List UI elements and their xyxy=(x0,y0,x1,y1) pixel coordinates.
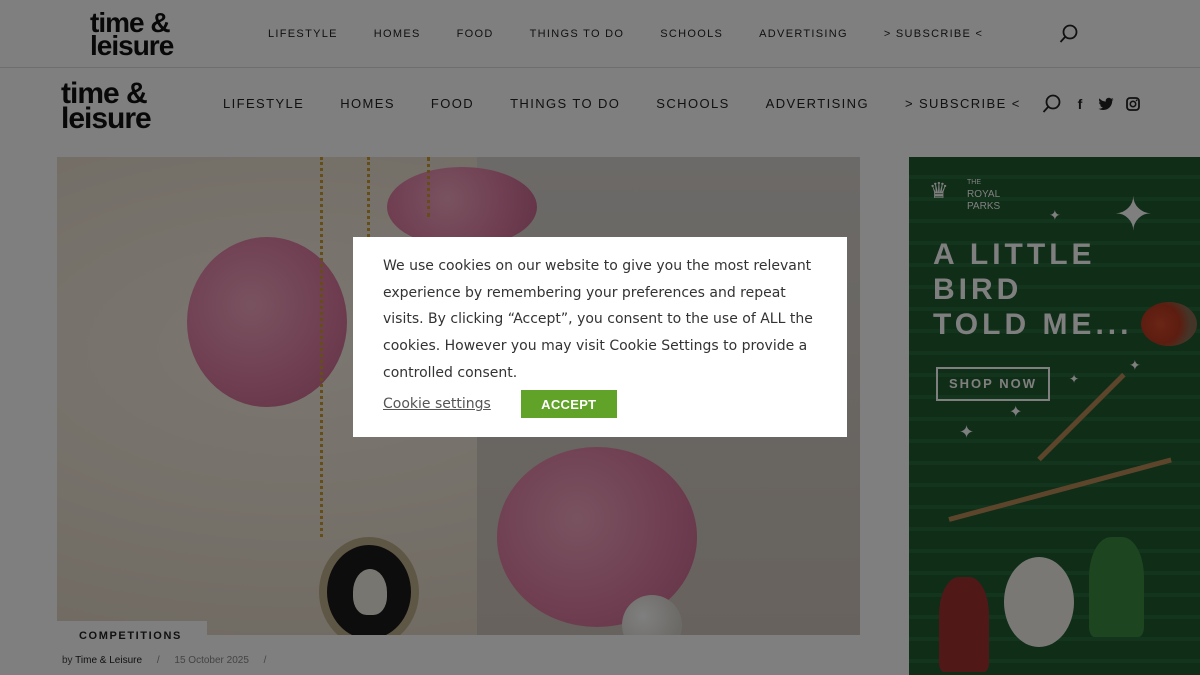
cookie-message: We use cookies on our website to give yo… xyxy=(383,258,813,381)
cookie-actions: Cookie settings ACCEPT xyxy=(383,390,617,418)
cookie-consent-modal: We use cookies on our website to give yo… xyxy=(353,237,847,437)
accept-button[interactable]: ACCEPT xyxy=(520,390,617,418)
cookie-settings-link[interactable]: Cookie settings xyxy=(383,396,491,412)
